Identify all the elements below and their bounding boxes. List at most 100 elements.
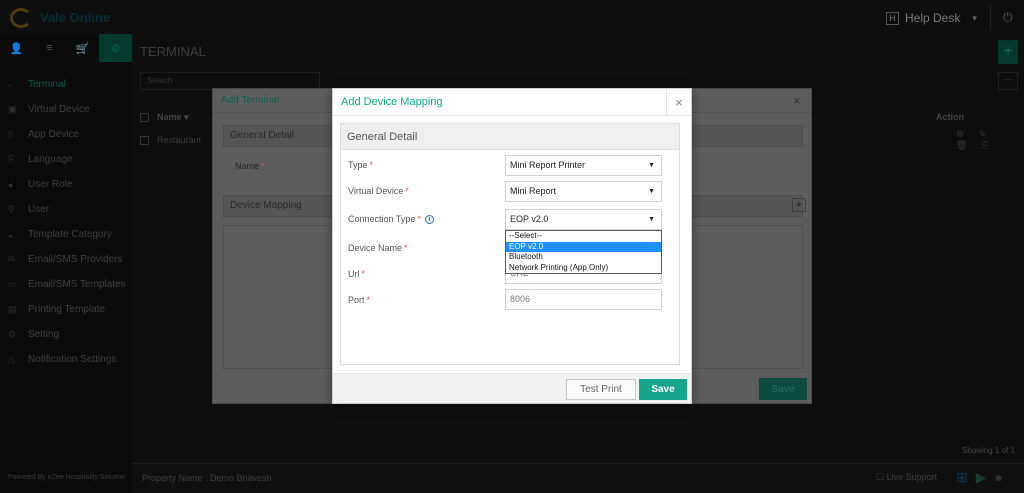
- mail-icon: ✉: [8, 254, 16, 264]
- test-print-button[interactable]: Test Print: [566, 379, 636, 400]
- sidebar-item-template-category[interactable]: ◒ Template Category: [0, 222, 132, 247]
- name-field-label: Name *: [235, 161, 265, 171]
- virtual-device-label: Virtual Device *: [348, 186, 409, 196]
- add-mapping-button[interactable]: +: [792, 198, 806, 212]
- url-label: Url *: [348, 269, 366, 279]
- row-checkbox[interactable]: [140, 135, 149, 145]
- play-store-icon[interactable]: ▶: [976, 469, 987, 486]
- row-action-icons[interactable]: ⚙ ✎ 🗑 ⎘: [956, 129, 1018, 151]
- apple-icon[interactable]: ●: [995, 469, 1003, 486]
- add-terminal-button[interactable]: +: [998, 40, 1018, 64]
- logo-icon: [10, 8, 32, 28]
- connection-type-value: EOP v2.0: [510, 214, 549, 224]
- store-icons: ⊞ ▶ ●: [956, 469, 1003, 486]
- help-desk-menu[interactable]: H Help Desk ▾: [886, 10, 977, 26]
- divider: [990, 4, 991, 30]
- sidebar-item-label: Printing Template: [28, 304, 106, 315]
- windows-icon[interactable]: ⊞: [956, 469, 968, 486]
- top-bar: Vale Online H Help Desk ▾ ⏻: [0, 0, 1024, 34]
- sidebar-item-email-sms-templates[interactable]: ▭ Email/SMS Templates: [0, 272, 132, 297]
- close-icon[interactable]: ×: [793, 93, 801, 108]
- row-name: Restaurant: [157, 135, 202, 145]
- column-header-name[interactable]: Name ▾: [157, 112, 189, 123]
- language-icon: ⎘: [8, 154, 16, 164]
- connection-type-label: Connection Type * i: [348, 214, 434, 225]
- sidebar-item-label: Email/SMS Providers: [28, 254, 123, 265]
- help-desk-label: Help Desk: [905, 11, 961, 25]
- pagination-info: Showing 1 of 1: [962, 446, 1015, 455]
- save-button[interactable]: Save: [639, 379, 687, 400]
- sidebar-item-label: Template Category: [28, 229, 112, 240]
- dropdown-option-eop[interactable]: EOP v2.0: [506, 241, 661, 252]
- select-all-checkbox[interactable]: [140, 112, 149, 122]
- sidebar-item-label: Language: [28, 154, 73, 165]
- menu-tab-icon[interactable]: ≡: [33, 34, 66, 62]
- print-icon: ▤: [8, 304, 17, 314]
- powered-by: Powered By eZee Hospitality Solution: [8, 474, 126, 481]
- sidebar-item-label: User: [28, 204, 50, 215]
- sidebar-item-notification-settings[interactable]: △ Notification Settings: [0, 347, 132, 372]
- section-title: General Detail: [230, 130, 294, 141]
- info-icon[interactable]: i: [424, 215, 434, 225]
- general-detail-section: General Detail: [341, 124, 679, 150]
- save-button[interactable]: Save: [759, 378, 807, 400]
- add-device-mapping-modal: Add Device Mapping × General Detail Type…: [332, 88, 692, 404]
- sidebar-item-user-role[interactable]: ● User Role: [0, 172, 132, 197]
- sidebar-item-label: Notification Settings: [28, 354, 117, 365]
- sidebar-item-label: Terminal: [28, 79, 66, 90]
- caret-down-icon: ▼: [648, 188, 655, 195]
- section-title: Device Mapping: [230, 200, 302, 211]
- sidebar-item-label: Setting: [28, 329, 60, 340]
- sidebar-item-app-device[interactable]: ▯ App Device: [0, 122, 132, 147]
- port-input[interactable]: 8006: [505, 289, 662, 310]
- dropdown-option-select[interactable]: --Select--: [506, 231, 661, 242]
- caret-down-icon: ▼: [648, 216, 655, 223]
- modal-title: Add Terminal: [221, 95, 280, 106]
- sidebar-item-label: Virtual Device: [28, 104, 90, 115]
- sidebar: 👤 ≡ 🛒 ⚙ ▫ Terminal ▣ Virtual Device ▯ App D…: [0, 34, 132, 493]
- sidebar-item-terminal[interactable]: ▫ Terminal: [0, 72, 132, 97]
- sidebar-item-setting[interactable]: ⚙ Setting: [0, 322, 132, 347]
- more-options-button[interactable]: ···: [998, 72, 1018, 90]
- live-support-link[interactable]: ☐ Live Support: [876, 472, 937, 483]
- sidebar-item-language[interactable]: ⎘ Language: [0, 147, 132, 172]
- settings-tab-icon[interactable]: ⚙: [99, 34, 132, 62]
- sidebar-item-label: User Role: [28, 179, 73, 190]
- user-tab-icon[interactable]: 👤: [0, 34, 33, 62]
- sidebar-tabs: 👤 ≡ 🛒 ⚙: [0, 34, 132, 62]
- dropdown-option-network-printing[interactable]: Network Printing (App Only): [506, 263, 661, 274]
- port-label: Port *: [348, 295, 371, 305]
- modal-title: Add Device Mapping: [341, 96, 443, 108]
- modal-header: Add Device Mapping ×: [333, 89, 691, 116]
- sidebar-menu: ▫ Terminal ▣ Virtual Device ▯ App Device ⎘ L…: [0, 72, 132, 372]
- app-logo: Vale Online: [10, 8, 160, 28]
- property-name: Property Name : Demo Bhavesh: [142, 473, 272, 483]
- sidebar-item-user[interactable]: ⚲ User: [0, 197, 132, 222]
- close-icon[interactable]: ×: [666, 89, 691, 116]
- modal-body: General Detail Type * Mini Report Printer…: [340, 123, 680, 365]
- sidebar-item-email-sms-providers[interactable]: ✉ Email/SMS Providers: [0, 247, 132, 272]
- cart-tab-icon[interactable]: 🛒: [66, 34, 99, 62]
- mobile-icon: ▯: [8, 129, 13, 139]
- gear-icon: ⚙: [8, 329, 17, 339]
- template-icon: ▭: [8, 279, 17, 289]
- type-select[interactable]: Mini Report Printer ▼: [505, 155, 662, 176]
- caret-down-icon: ▼: [648, 162, 655, 169]
- dropdown-option-bluetooth[interactable]: Bluetooth: [506, 252, 661, 263]
- connection-type-select[interactable]: EOP v2.0 ▼: [505, 209, 662, 230]
- logo-text: Vale Online: [40, 10, 111, 25]
- virtual-device-value: Mini Report: [510, 186, 557, 196]
- sidebar-item-label: Email/SMS Templates: [28, 279, 126, 290]
- bell-icon: △: [8, 354, 15, 364]
- type-label: Type *: [348, 160, 374, 170]
- sidebar-item-virtual-device[interactable]: ▣ Virtual Device: [0, 97, 132, 122]
- column-header-action: Action: [936, 112, 964, 122]
- power-icon[interactable]: ⏻: [1003, 10, 1013, 25]
- device-name-label: Device Name *: [348, 243, 408, 253]
- terminal-icon: ▫: [8, 79, 12, 90]
- type-value: Mini Report Printer: [510, 160, 586, 170]
- virtual-device-select[interactable]: Mini Report ▼: [505, 181, 662, 202]
- user-role-icon: ●: [8, 179, 14, 190]
- connection-type-dropdown: --Select-- EOP v2.0 Bluetooth Network Pr…: [505, 230, 662, 274]
- sidebar-item-printing-template[interactable]: ▤ Printing Template: [0, 297, 132, 322]
